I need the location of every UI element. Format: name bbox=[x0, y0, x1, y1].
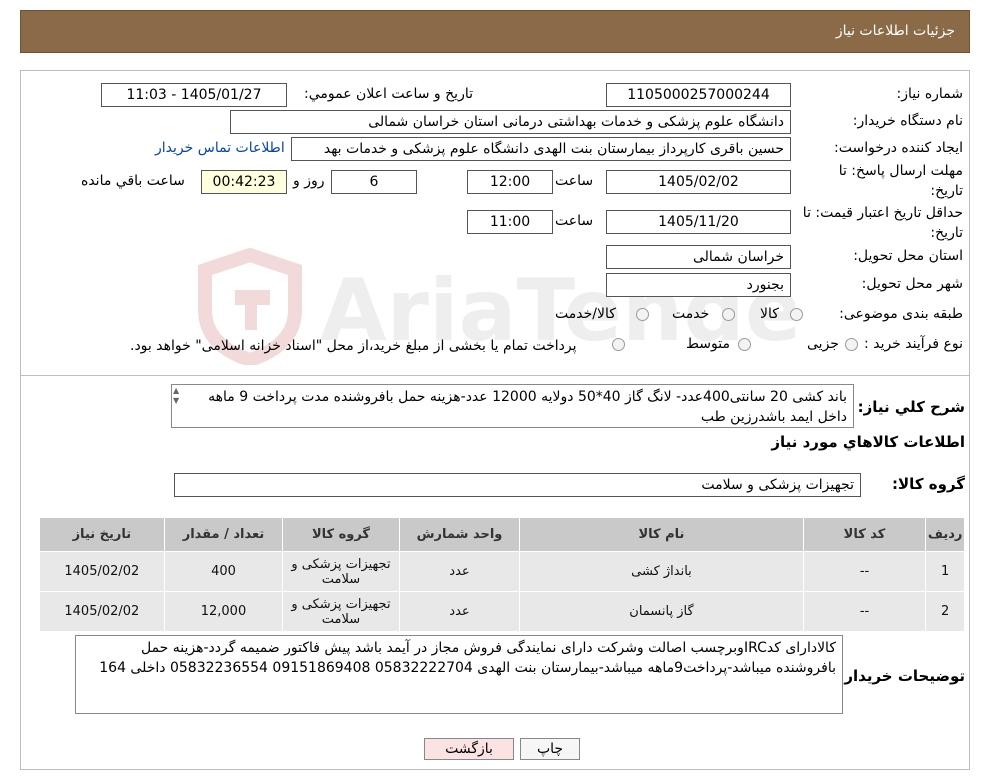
print-button[interactable]: چاپ bbox=[520, 738, 580, 760]
cell-unit: عدد bbox=[398, 591, 521, 632]
process-label: نوع فرآيند خريد : bbox=[864, 336, 963, 352]
scroll-down-icon[interactable]: ▼ bbox=[173, 396, 189, 406]
section-divider bbox=[20, 375, 970, 376]
category-radio-goods[interactable] bbox=[790, 308, 803, 321]
col-unit: واحد شمارش bbox=[398, 517, 521, 552]
deadline-label: مهلت ارسال پاسخ: تا bbox=[838, 163, 963, 179]
back-button[interactable]: بازگشت bbox=[424, 738, 514, 760]
buyer-notes-text: کالادارای کدIRCوبرچسب اصالت وشرکت دارای … bbox=[99, 640, 836, 676]
buyer-org-label: نام دستگاه خريدار: bbox=[852, 113, 963, 129]
cell-group: تجهیزات پزشکی و سلامت bbox=[282, 551, 400, 592]
col-index: رديف bbox=[925, 517, 965, 552]
deadline-date-field: 1405/02/02 bbox=[606, 170, 791, 194]
deadline-time-field: 12:00 bbox=[467, 170, 553, 194]
description-scrollbar[interactable]: ▲ ▼ bbox=[173, 386, 189, 426]
description-textarea[interactable]: باند کشی 20 سانتی400عدد- لانگ گاز 40*50 … bbox=[171, 384, 854, 428]
validity-time-field: 11:00 bbox=[467, 210, 553, 234]
process-radio-minor[interactable] bbox=[845, 338, 858, 351]
validity-label-date: تاريخ: bbox=[930, 225, 963, 241]
days-label: روز و bbox=[293, 173, 325, 189]
items-table: رديف کد کالا نام کالا واحد شمارش گروه کا… bbox=[39, 517, 965, 632]
process-option-medium: متوسط bbox=[686, 336, 730, 352]
cell-code: -- bbox=[802, 591, 927, 632]
deadline-time-label: ساعت bbox=[555, 173, 594, 189]
process-option-minor: جزیی bbox=[807, 336, 839, 352]
table-row: 1 -- بانداژ کشی عدد تجهیزات پزشکی و سلام… bbox=[39, 551, 965, 592]
table-header-row: رديف کد کالا نام کالا واحد شمارش گروه کا… bbox=[39, 517, 965, 552]
cell-group: تجهیزات پزشکی و سلامت bbox=[282, 591, 400, 632]
treasury-checkbox[interactable] bbox=[612, 338, 625, 351]
requester-label: ايجاد کننده درخواست: bbox=[834, 140, 963, 156]
city-field: بجنورد bbox=[606, 273, 791, 297]
announce-label: تاریخ و ساعت اعلان عمومي: bbox=[304, 86, 473, 102]
table-row: 2 -- گاز پانسمان عدد تجهیزات پزشکی و سلا… bbox=[39, 591, 965, 632]
need-number-label: شماره نیاز: bbox=[896, 86, 964, 102]
category-radio-service[interactable] bbox=[722, 308, 735, 321]
items-section-title: اطلاعات کالاهاي مورد نياز bbox=[771, 433, 965, 451]
time-remaining-label: ساعت باقي مانده bbox=[81, 173, 185, 189]
cell-name: گاز پانسمان bbox=[519, 591, 804, 632]
cell-qty: 400 bbox=[163, 551, 284, 592]
cell-unit: عدد bbox=[398, 551, 521, 592]
scroll-up-icon[interactable]: ▲ bbox=[173, 386, 189, 396]
category-option-goods-service: کالا/خدمت bbox=[555, 306, 616, 322]
cell-qty: 12,000 bbox=[163, 591, 284, 632]
need-number-field: 1105000257000244 bbox=[606, 83, 791, 107]
cell-date: 1405/02/02 bbox=[39, 551, 165, 592]
validity-date-field: 1405/11/20 bbox=[606, 210, 791, 234]
col-qty: تعداد / مقدار bbox=[163, 517, 284, 552]
page-title: جزئیات اطلاعات نیاز bbox=[835, 23, 955, 39]
category-option-service: خدمت bbox=[672, 306, 710, 322]
cell-index: 2 bbox=[925, 591, 965, 632]
cell-code: -- bbox=[802, 551, 927, 592]
validity-label: حداقل تاريخ اعتبار قيمت: تا bbox=[802, 205, 963, 221]
col-code: کد کالا bbox=[802, 517, 927, 552]
page-header: جزئیات اطلاعات نیاز bbox=[20, 10, 970, 53]
time-remaining-field: 00:42:23 bbox=[201, 170, 287, 194]
buyer-org-field: دانشگاه علوم پزشکی و خدمات بهداشتی درمان… bbox=[230, 110, 791, 134]
cell-date: 1405/02/02 bbox=[39, 591, 165, 632]
validity-time-label: ساعت bbox=[555, 213, 594, 229]
process-radio-medium[interactable] bbox=[738, 338, 751, 351]
category-option-goods: کالا bbox=[760, 306, 779, 322]
deadline-label-date: تاريخ: bbox=[930, 183, 963, 199]
description-text: باند کشی 20 سانتی400عدد- لانگ گاز 40*50 … bbox=[208, 389, 847, 425]
city-label: شهر محل تحويل: bbox=[861, 276, 963, 292]
cell-name: بانداژ کشی bbox=[519, 551, 804, 592]
requester-field: حسین باقری کارپرداز بیمارستان بنت الهدی … bbox=[291, 137, 791, 161]
cell-index: 1 bbox=[925, 551, 965, 592]
province-label: استان محل تحويل: bbox=[853, 248, 963, 264]
col-date: تاريخ نياز bbox=[39, 517, 165, 552]
buyer-notes-label: توضيحات خريدار: bbox=[838, 667, 965, 685]
province-field: خراسان شمالی bbox=[606, 245, 791, 269]
category-radio-goods-service[interactable] bbox=[636, 308, 649, 321]
description-label: شرح کلي نياز: bbox=[857, 398, 965, 416]
goods-group-field: تجهیزات پزشکی و سلامت bbox=[174, 473, 861, 497]
days-remaining-field: 6 bbox=[331, 170, 417, 194]
goods-group-label: گروه کالا: bbox=[892, 475, 965, 493]
category-label: طبقه بندی موضوعی: bbox=[839, 306, 963, 322]
col-group: گروه کالا bbox=[282, 517, 400, 552]
treasury-note: پرداخت تمام یا بخشی از مبلغ خرید،از محل … bbox=[130, 338, 577, 354]
announce-datetime-field: 1405/01/27 - 11:03 bbox=[101, 83, 287, 107]
col-name: نام کالا bbox=[519, 517, 804, 552]
buyer-notes-textarea[interactable]: کالادارای کدIRCوبرچسب اصالت وشرکت دارای … bbox=[75, 635, 843, 714]
buyer-contact-link[interactable]: اطلاعات تماس خریدار bbox=[155, 140, 285, 156]
